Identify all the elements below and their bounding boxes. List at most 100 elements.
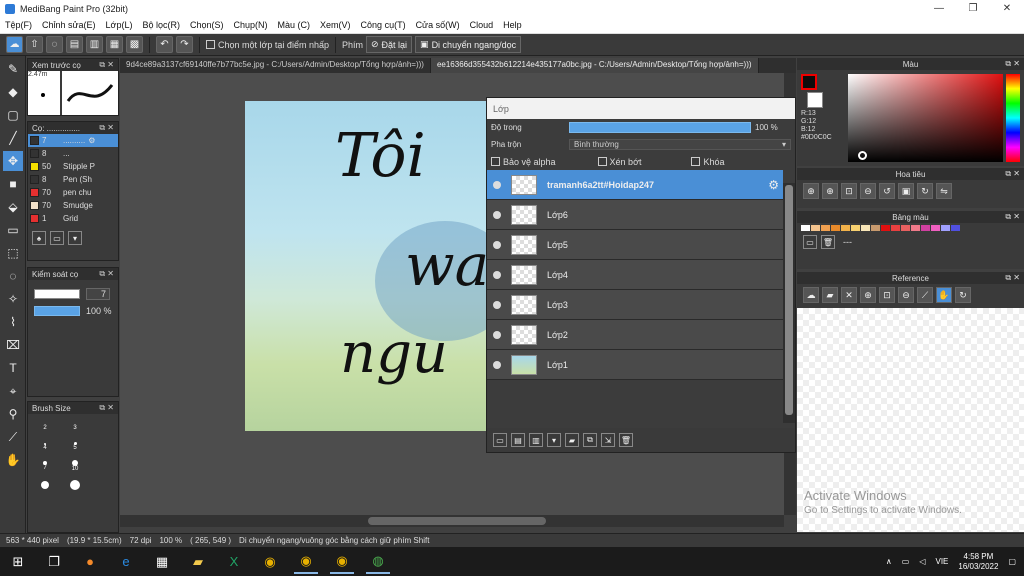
task-view-icon[interactable]: ❐	[42, 550, 66, 574]
size-preset[interactable]: 5	[60, 437, 90, 456]
firefox-icon[interactable]: ●	[78, 550, 102, 574]
excel-icon[interactable]: X	[222, 550, 246, 574]
size-preset[interactable]	[30, 475, 60, 494]
fill-rect-tool-icon[interactable]: ■	[3, 174, 23, 194]
panel-close-icon[interactable]: ⧉ ✕	[99, 403, 114, 413]
eye-icon[interactable]	[493, 240, 501, 249]
layer-list-scrollbar[interactable]	[783, 183, 795, 423]
bucket-tool-icon[interactable]: ⬙	[3, 197, 23, 217]
protect-alpha-option[interactable]: Bảo vệ alpha	[491, 157, 556, 167]
chrome-icon[interactable]: ◉	[330, 550, 354, 574]
palette-swatch[interactable]	[891, 225, 900, 231]
menu-color[interactable]: Màu (C)	[273, 20, 316, 30]
zoom-out-icon[interactable]: ⊖	[860, 183, 876, 199]
chrome-icon[interactable]: ◉	[258, 550, 282, 574]
size-preset[interactable]: 3	[60, 418, 90, 437]
magic-wand-tool-icon[interactable]: ✧	[3, 289, 23, 309]
rectangle-tool-icon[interactable]: ▢	[3, 105, 23, 125]
scroll-thumb[interactable]	[785, 185, 793, 415]
actual-size-icon[interactable]: ▣	[898, 183, 914, 199]
panel-close-icon[interactable]: ⧉ ✕	[1005, 273, 1020, 283]
palette-swatch[interactable]	[901, 225, 910, 231]
layer-item[interactable]: Lớp4	[487, 260, 783, 290]
rotate-icon[interactable]: ↻	[955, 287, 971, 303]
eye-icon[interactable]	[493, 300, 501, 309]
gear-icon[interactable]: ⚙	[88, 136, 95, 145]
palette-swatch[interactable]	[801, 225, 810, 231]
size-preset[interactable]: 7	[30, 456, 60, 475]
select-pen-tool-icon[interactable]: ⌇	[3, 312, 23, 332]
hue-slider[interactable]	[1006, 74, 1020, 162]
palette-swatch[interactable]	[911, 225, 920, 231]
clipping-checkbox[interactable]	[597, 157, 607, 166]
new-halftone-layer-icon[interactable]: ▤	[511, 433, 525, 447]
gradient-tool-icon[interactable]: ▭	[3, 220, 23, 240]
file-explorer-icon[interactable]: ▰	[186, 550, 210, 574]
new-layer-icon[interactable]: ▭	[493, 433, 507, 447]
duplicate-layer-icon[interactable]: ⧉	[583, 433, 597, 447]
lock-option[interactable]: Khóa	[691, 157, 725, 167]
brush-opacity-slider[interactable]	[34, 306, 80, 316]
menu-edit[interactable]: Chỉnh sửa(E)	[37, 20, 101, 30]
gear-icon[interactable]: ⚙	[768, 178, 779, 192]
redo-icon[interactable]: ↷	[176, 36, 193, 53]
layer-item[interactable]: Lớp6	[487, 200, 783, 230]
palette-swatch[interactable]	[841, 225, 850, 231]
reset-button[interactable]: ⊘ Đặt lại	[365, 36, 413, 53]
chevron-up-icon[interactable]: ∧	[886, 557, 892, 566]
move-button[interactable]: ▣ Di chuyển ngang/dọc	[415, 36, 522, 53]
network-icon[interactable]: ▭	[902, 557, 910, 566]
language-indicator[interactable]: VIE	[935, 557, 948, 566]
palette-swatch[interactable]	[851, 225, 860, 231]
document-tab[interactable]: ee16366d355432b612214e435177a0bc.jpg - C…	[430, 58, 759, 73]
delete-color-icon[interactable]: 🗑	[821, 235, 835, 249]
palette-swatch[interactable]	[931, 225, 940, 231]
edge-icon[interactable]: e	[114, 550, 138, 574]
eye-icon[interactable]	[493, 360, 501, 369]
eye-icon[interactable]	[493, 210, 501, 219]
menu-window[interactable]: Cửa số(W)	[411, 20, 465, 30]
menu-filter[interactable]: Bộ lọc(R)	[137, 20, 185, 30]
brush-menu-icon[interactable]: ▾	[68, 231, 82, 245]
select-eraser-tool-icon[interactable]: ⌧	[3, 335, 23, 355]
eyedropper-tool-icon[interactable]: ⟋	[3, 427, 23, 447]
clipping-option[interactable]: Xén bớt	[597, 157, 641, 167]
eye-icon[interactable]	[493, 180, 501, 189]
secondary-color-swatch[interactable]	[807, 92, 823, 108]
select-layer-option[interactable]: Chọn một lớp tại điểm nhấp	[206, 40, 329, 50]
hand-icon[interactable]: ✋	[936, 287, 952, 303]
undo-icon[interactable]: ↶	[156, 36, 173, 53]
page-icon[interactable]: ▥	[86, 36, 103, 53]
palette-swatch[interactable]	[871, 225, 880, 231]
eraser-tool-icon[interactable]: ◆	[3, 82, 23, 102]
size-preset[interactable]: 4	[30, 437, 60, 456]
delete-layer-icon[interactable]: 🗑	[619, 433, 633, 447]
scroll-thumb[interactable]	[368, 517, 546, 525]
select-tool-icon[interactable]: ⬚	[3, 243, 23, 263]
protect-alpha-checkbox[interactable]	[491, 157, 500, 166]
grid-icon[interactable]: ▩	[126, 36, 143, 53]
brush-size-slider[interactable]	[34, 289, 80, 299]
add-brush-icon[interactable]: ♠	[32, 231, 46, 245]
fit-icon[interactable]: ⊡	[879, 287, 895, 303]
volume-icon[interactable]: ◁	[919, 557, 925, 566]
menu-layer[interactable]: Lớp(L)	[101, 20, 138, 30]
brush-item[interactable]: 70 Smudge	[28, 199, 118, 212]
zoom-in-icon[interactable]: ⊕	[822, 183, 838, 199]
size-preset[interactable]	[60, 475, 90, 494]
palette-swatch[interactable]	[821, 225, 830, 231]
upload-icon[interactable]: ⇧	[26, 36, 43, 53]
layers-panel-header[interactable]: Lớp	[487, 98, 795, 119]
panel-close-icon[interactable]: ⧉ ✕	[1005, 59, 1020, 69]
primary-color-swatch[interactable]	[801, 74, 817, 90]
palette-swatch[interactable]	[811, 225, 820, 231]
palette-swatch[interactable]	[921, 225, 930, 231]
eye-icon[interactable]	[493, 270, 501, 279]
brush-item[interactable]: 8...	[28, 147, 118, 160]
operation-tool-icon[interactable]: ⌖	[3, 381, 23, 401]
lasso-tool-icon[interactable]: ◌	[3, 266, 23, 286]
new-8bit-layer-icon[interactable]: ▥	[529, 433, 543, 447]
document-tab[interactable]: 9d4ce89a3137cf69140ffe7b77bc5e.jpg - C:/…	[120, 58, 431, 73]
menu-select[interactable]: Chọn(S)	[185, 20, 229, 30]
palette-swatch[interactable]	[831, 225, 840, 231]
